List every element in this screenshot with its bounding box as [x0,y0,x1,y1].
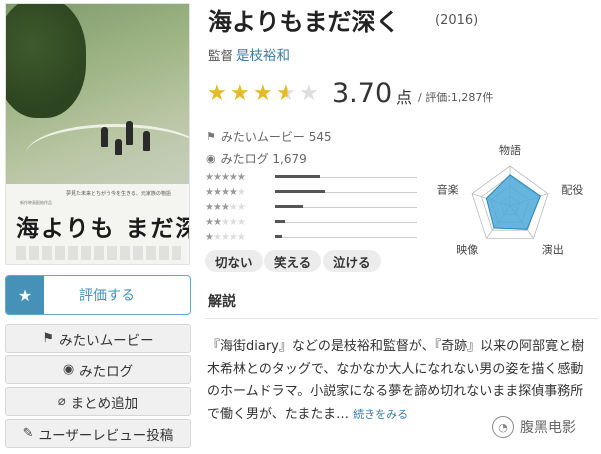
distribution-bar [275,190,325,193]
distribution-row: ★★★★★ [205,201,417,213]
rating-star-icon: ★ [299,81,319,106]
star-icon: ★ [6,276,44,314]
poster-tagline: 夢見た未来とちがう今を生きる、元家族の物語 [66,191,171,197]
mita-log-stat[interactable]: ◉ みたログ 1,679 [206,150,307,167]
distribution-row: ★★★★★ [205,216,417,228]
section-divider [205,318,598,319]
flag-icon: ⚑ [206,130,216,143]
radar-label: 演出 [542,243,564,257]
poster-person [126,121,133,145]
section-title: 解説 [208,294,236,310]
rate-button[interactable]: ★ 評価する [5,275,191,315]
poster-person [115,139,122,155]
mitai-movie-button[interactable]: ⚑ みたいムービー [5,324,191,353]
eye-icon: ◉ [206,152,216,165]
poster-title-art: 海よりも まだ深く [16,215,189,242]
eye-icon: ◉ [62,362,75,377]
add-to-matome-button[interactable]: ⌀ まとめ追加 [5,387,191,416]
mitai-movie-count: みたいムービー 545 [220,130,332,144]
mini-stars-icon: ★★★★★ [205,201,246,213]
distribution-bar [275,205,303,208]
rating-star-icon: ★ [253,81,273,106]
distribution-row: ★★★★★ [205,171,417,183]
attribute-radar-chart: 物語配役演出 映像 音楽 [437,143,584,257]
poster-person [101,127,108,147]
poster-tree [6,4,86,118]
post-review-label: ユーザーレビュー投稿 [38,427,174,444]
synopsis-text: 『海街diary』などの是枝裕和監督が、『奇跡』以来の阿部寛と樹木希林とのタッグ… [207,336,591,426]
poster-field-line [26,124,189,184]
mood-tag[interactable]: 泣ける [323,250,381,272]
radar-label: 映像 [456,244,478,257]
mood-tag[interactable]: 笑える [264,250,322,272]
distribution-track [275,237,417,238]
radar-value-area [485,174,542,230]
mita-log-count: みたログ 1,679 [220,152,307,166]
mita-log-button[interactable]: ◉ みたログ [5,355,191,384]
read-more-link[interactable]: 続きをみる [353,408,408,421]
director-label: 監督 [208,48,234,63]
rating-stars: ★ ★ ★ ★ ★ [207,83,322,105]
rating-star-icon: ★ [207,81,227,106]
rating-count: / 評価:1,287件 [418,91,494,104]
movie-poster[interactable]: 夢見た未来とちがう今を生きる、元家族の物語 新作映画配給作品 海よりも まだ深く [5,3,190,265]
distribution-row: ★★★★★ [205,231,417,243]
distribution-track [275,222,417,223]
mita-log-label: みたログ [79,363,134,380]
mood-tag[interactable]: 切ない [205,250,263,272]
add-to-matome-label: まとめ追加 [70,395,139,412]
poster-person [143,131,150,151]
watermark-text: 腹黑电影 [520,420,576,436]
mini-stars-icon: ★★★★★ [205,186,246,198]
mini-stars-icon: ★★★★★ [205,231,246,243]
movie-year: (2016) [435,13,479,28]
average-score: 3.70 [332,78,393,109]
mini-stars-icon: ★★★★★ [205,171,246,183]
radar-label: 音楽 [437,182,459,196]
rate-button-label: 評価する [79,288,135,304]
mini-stars-icon: ★★★★★ [205,216,246,228]
movie-title: 海よりもまだ深く [208,8,400,36]
paperclip-icon: ⌀ [57,394,66,409]
director-link[interactable]: 是枝裕和 [236,44,290,64]
flag-icon: ⚑ [42,331,55,346]
distribution-row: ★★★★★ [205,186,417,198]
poster-credits-top: 新作映画配給作品 [20,200,52,205]
watermark: ◔ 腹黑电影 [492,416,576,438]
score-unit: 点 [396,88,413,107]
poster-credits-block [16,246,181,260]
rating-star-icon: ★ [230,81,250,106]
distribution-bar [275,235,282,238]
radar-label: 配役 [561,182,583,196]
distribution-bar [275,175,320,178]
radar-label: 物語 [499,143,521,157]
post-review-button[interactable]: ✎ ユーザーレビュー投稿 [5,419,191,448]
distribution-bar [275,220,285,223]
poster-photo [6,4,189,184]
mitai-movie-label: みたいムービー [59,332,154,349]
chat-logo-icon: ◔ [492,416,514,438]
pencil-icon: ✎ [22,426,34,441]
mitai-movie-stat[interactable]: ⚑ みたいムービー 545 [206,128,332,145]
rating-star-icon: ★ [276,83,299,105]
